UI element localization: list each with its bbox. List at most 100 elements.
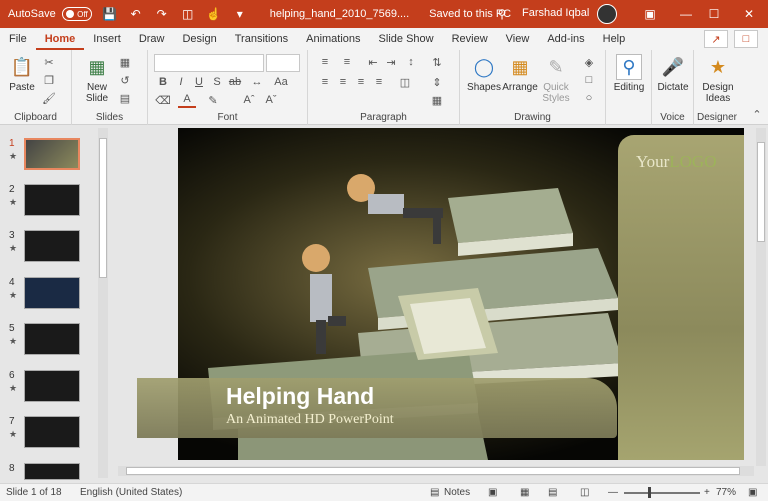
clear-format-icon[interactable]: ⌫ (154, 92, 172, 108)
smartart-icon[interactable]: ▦ (428, 92, 446, 108)
align-left-icon[interactable]: ≡ (316, 74, 334, 90)
autosave-toggle[interactable]: Off (61, 7, 92, 21)
minimize-icon[interactable]: — (672, 0, 700, 28)
tab-animations[interactable]: Animations (297, 28, 369, 50)
thumbnail-scrollbar[interactable] (98, 128, 108, 478)
dictate-button[interactable]: 🎤 Dictate (654, 54, 692, 94)
align-right-icon[interactable]: ≡ (352, 74, 370, 90)
canvas-scroll-thumb[interactable] (757, 142, 765, 242)
horizontal-scrollbar[interactable] (118, 466, 754, 476)
slide-thumbnail-5[interactable] (24, 323, 80, 355)
present-icon[interactable]: ◫ (180, 6, 196, 22)
tab-design[interactable]: Design (173, 28, 225, 50)
slide-title[interactable]: Helping Hand (226, 383, 374, 410)
maximize-icon[interactable]: ☐ (700, 0, 728, 28)
decrease-indent-icon[interactable]: ⇤ (364, 54, 382, 70)
editing-button[interactable]: ⚲ Editing (610, 54, 648, 93)
slide-thumbnail-4[interactable] (24, 277, 80, 309)
ribbon-display-icon[interactable]: ▣ (636, 0, 664, 28)
columns-icon[interactable]: ◫ (396, 74, 414, 90)
normal-view-icon[interactable]: ▣ (488, 487, 497, 498)
tab-home[interactable]: Home (35, 28, 85, 50)
tab-file[interactable]: File (0, 28, 36, 50)
slide-thumbnail-8[interactable] (24, 463, 80, 480)
shape-fill-icon[interactable]: ◈ (580, 54, 598, 70)
zoom-out-icon[interactable]: — (608, 487, 618, 498)
avatar[interactable] (597, 4, 617, 24)
cut-icon[interactable]: ✂ (40, 54, 58, 70)
align-center-icon[interactable]: ≡ (334, 74, 352, 90)
font-size-select[interactable] (266, 54, 300, 72)
shape-effects-icon[interactable]: ○ (580, 90, 598, 106)
thumbnail-scroll-thumb[interactable] (99, 138, 107, 278)
shapes-button[interactable]: ◯ Shapes (464, 54, 504, 94)
redo-icon[interactable]: ↷ (154, 6, 170, 22)
user-name[interactable]: Farshad Iqbal (522, 7, 589, 19)
notes-button[interactable]: Notes (444, 487, 470, 498)
strikethrough-icon[interactable]: ab (226, 74, 244, 90)
text-direction-icon[interactable]: ⇅ (428, 54, 446, 70)
shrink-font-icon[interactable]: Aˇ (262, 92, 280, 108)
tab-slide-show[interactable]: Slide Show (370, 28, 443, 50)
bullets-icon[interactable]: ≡ (316, 54, 334, 70)
slide-subtitle[interactable]: An Animated HD PowerPoint (226, 412, 394, 428)
zoom-slider-thumb[interactable] (648, 487, 651, 498)
slide-thumbnail-2[interactable] (24, 184, 80, 216)
touch-mode-icon[interactable]: ☝ (206, 6, 222, 22)
numbering-icon[interactable]: ≡ (338, 54, 356, 70)
increase-indent-icon[interactable]: ⇥ (382, 54, 400, 70)
fit-to-window-icon[interactable]: ▣ (748, 487, 757, 498)
logo-placeholder[interactable]: YourLOGO (636, 152, 716, 172)
slide-thumbnail-1[interactable] (24, 138, 80, 170)
slide-thumbnail-7[interactable] (24, 416, 80, 448)
paste-button[interactable]: 📋 Paste (6, 54, 38, 94)
save-icon[interactable]: 💾 (102, 6, 118, 22)
notes-icon[interactable]: ▤ (430, 487, 439, 498)
zoom-in-icon[interactable]: + (704, 487, 710, 498)
slide-thumbnail-3[interactable] (24, 230, 80, 262)
canvas-scrollbar[interactable] (756, 128, 766, 466)
zoom-slider[interactable] (624, 492, 700, 494)
font-name-select[interactable] (154, 54, 264, 72)
underline-icon[interactable]: U (190, 74, 208, 90)
slide-thumbnail-6[interactable] (24, 370, 80, 402)
comments-button[interactable]: □ (734, 30, 758, 48)
tab-add-ins[interactable]: Add-ins (538, 28, 593, 50)
quick-styles-button[interactable]: ✎ Quick Styles (536, 54, 576, 105)
copy-icon[interactable]: ❐ (40, 72, 58, 88)
zoom-level[interactable]: 77% (716, 487, 736, 498)
customize-toolbar-icon[interactable]: ▾ (232, 6, 248, 22)
format-painter-icon[interactable]: 🖌 (40, 90, 58, 106)
tab-view[interactable]: View (497, 28, 539, 50)
align-text-icon[interactable]: ⇕ (428, 74, 446, 90)
slide-sorter-icon[interactable]: ▦ (520, 487, 529, 498)
reset-icon[interactable]: ↺ (116, 72, 134, 88)
undo-icon[interactable]: ↶ (128, 6, 144, 22)
slideshow-icon[interactable]: ◫ (580, 487, 589, 498)
highlight-icon[interactable]: ✎ (204, 92, 222, 108)
shape-outline-icon[interactable]: □ (580, 72, 598, 88)
tab-insert[interactable]: Insert (84, 28, 130, 50)
bold-icon[interactable]: B (154, 74, 172, 90)
tab-review[interactable]: Review (443, 28, 497, 50)
horizontal-scroll-thumb[interactable] (126, 467, 740, 475)
justify-icon[interactable]: ≡ (370, 74, 388, 90)
layout-icon[interactable]: ▦ (116, 54, 134, 70)
new-slide-button[interactable]: ▦ New Slide (80, 54, 114, 105)
change-case-icon[interactable]: Aa (272, 74, 290, 90)
share-button[interactable]: ↗ (704, 30, 728, 48)
search-icon[interactable]: ⚲ (494, 6, 510, 22)
language-status[interactable]: English (United States) (80, 487, 182, 498)
char-spacing-icon[interactable]: ↔ (248, 74, 266, 90)
shadow-icon[interactable]: S (208, 74, 226, 90)
tab-help[interactable]: Help (594, 28, 635, 50)
line-spacing-icon[interactable]: ↕ (402, 54, 420, 70)
arrange-button[interactable]: ▦ Arrange (500, 54, 540, 94)
grow-font-icon[interactable]: Aˆ (240, 92, 258, 108)
font-color-icon[interactable]: A (178, 92, 196, 108)
italic-icon[interactable]: I (172, 74, 190, 90)
section-icon[interactable]: ▤ (116, 90, 134, 106)
reading-view-icon[interactable]: ▤ (548, 487, 557, 498)
tab-transitions[interactable]: Transitions (226, 28, 297, 50)
tab-draw[interactable]: Draw (130, 28, 174, 50)
